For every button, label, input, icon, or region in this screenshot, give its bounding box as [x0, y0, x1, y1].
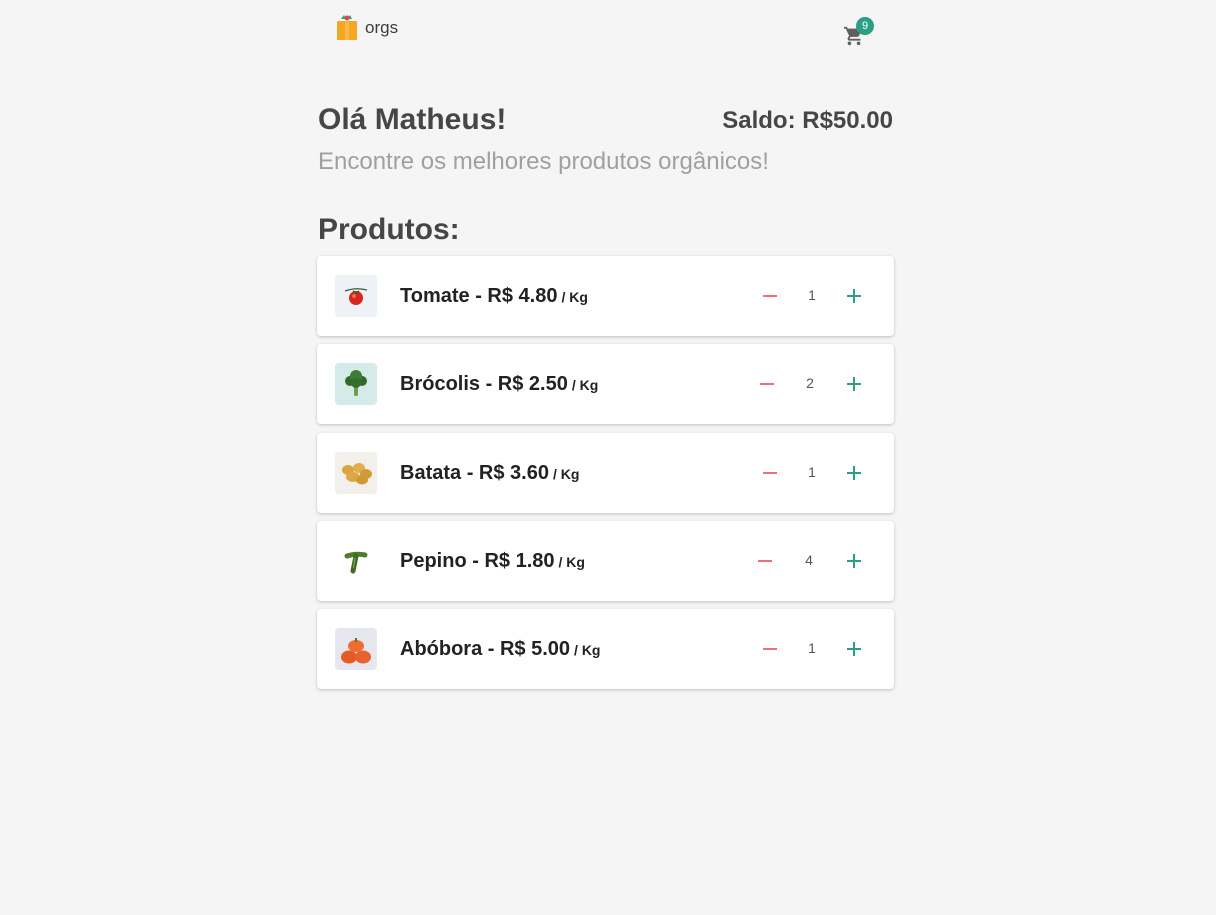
quantity-value: 1: [808, 464, 816, 480]
potato-icon: [335, 452, 377, 494]
product-card: Abóbora - R$ 5.00/ Kg 1: [317, 609, 894, 689]
quantity-value: 2: [806, 375, 814, 391]
product-card: Pepino - R$ 1.80/ Kg 4: [317, 521, 894, 601]
cucumber-icon: [335, 540, 377, 582]
increase-quantity-button[interactable]: [845, 463, 863, 483]
increase-quantity-button[interactable]: [845, 286, 863, 306]
page: orgs 9 Olá Matheus! Saldo: R$50.00 Encon…: [0, 0, 1216, 915]
grocery-bag-icon: [335, 15, 359, 41]
pumpkin-icon: [335, 628, 377, 670]
quantity-value: 1: [808, 287, 816, 303]
product-card: Tomate - R$ 4.80/ Kg 1: [317, 256, 894, 336]
tomato-icon: [335, 275, 377, 317]
product-unit: / Kg: [558, 554, 585, 570]
product-name: Batata - R$ 3.60/ Kg: [400, 462, 579, 485]
product-name: Abóbora - R$ 5.00/ Kg: [400, 638, 601, 661]
product-name-text: Tomate - R$ 4.80: [400, 285, 558, 307]
increase-quantity-button[interactable]: [845, 551, 863, 571]
product-name-text: Pepino - R$ 1.80: [400, 550, 555, 572]
decrease-quantity-button[interactable]: [761, 286, 779, 306]
decrease-quantity-button[interactable]: [761, 463, 779, 483]
product-name-text: Brócolis - R$ 2.50: [400, 373, 568, 395]
increase-quantity-button[interactable]: [845, 639, 863, 659]
product-name: Brócolis - R$ 2.50/ Kg: [400, 373, 598, 396]
increase-quantity-button[interactable]: [845, 374, 863, 394]
product-card: Brócolis - R$ 2.50/ Kg 2: [317, 344, 894, 424]
decrease-quantity-button[interactable]: [756, 551, 774, 571]
product-unit: / Kg: [552, 466, 580, 482]
product-name: Tomate - R$ 4.80/ Kg: [400, 285, 588, 308]
product-name: Pepino - R$ 1.80/ Kg: [400, 550, 585, 573]
cart-count-badge: 9: [856, 17, 874, 35]
balance-label: Saldo: R$50.00: [722, 107, 893, 134]
product-unit: / Kg: [571, 377, 599, 393]
app-logo[interactable]: orgs: [335, 15, 398, 41]
products-title: Produtos:: [318, 213, 460, 246]
product-name-text: Abóbora - R$ 5.00: [400, 638, 571, 660]
decrease-quantity-button[interactable]: [758, 374, 776, 394]
quantity-value: 4: [805, 552, 813, 568]
decrease-quantity-button[interactable]: [761, 639, 779, 659]
product-card: Batata - R$ 3.60/ Kg 1: [317, 433, 894, 513]
product-name-text: Batata - R$ 3.60: [400, 462, 549, 484]
quantity-value: 1: [808, 640, 816, 656]
logo-text: orgs: [365, 18, 399, 37]
broccoli-icon: [335, 363, 377, 405]
subtitle: Encontre os melhores produtos orgânicos!: [318, 148, 769, 175]
product-unit: / Kg: [574, 642, 601, 658]
greeting-title: Olá Matheus!: [318, 103, 507, 136]
product-unit: / Kg: [561, 289, 588, 305]
